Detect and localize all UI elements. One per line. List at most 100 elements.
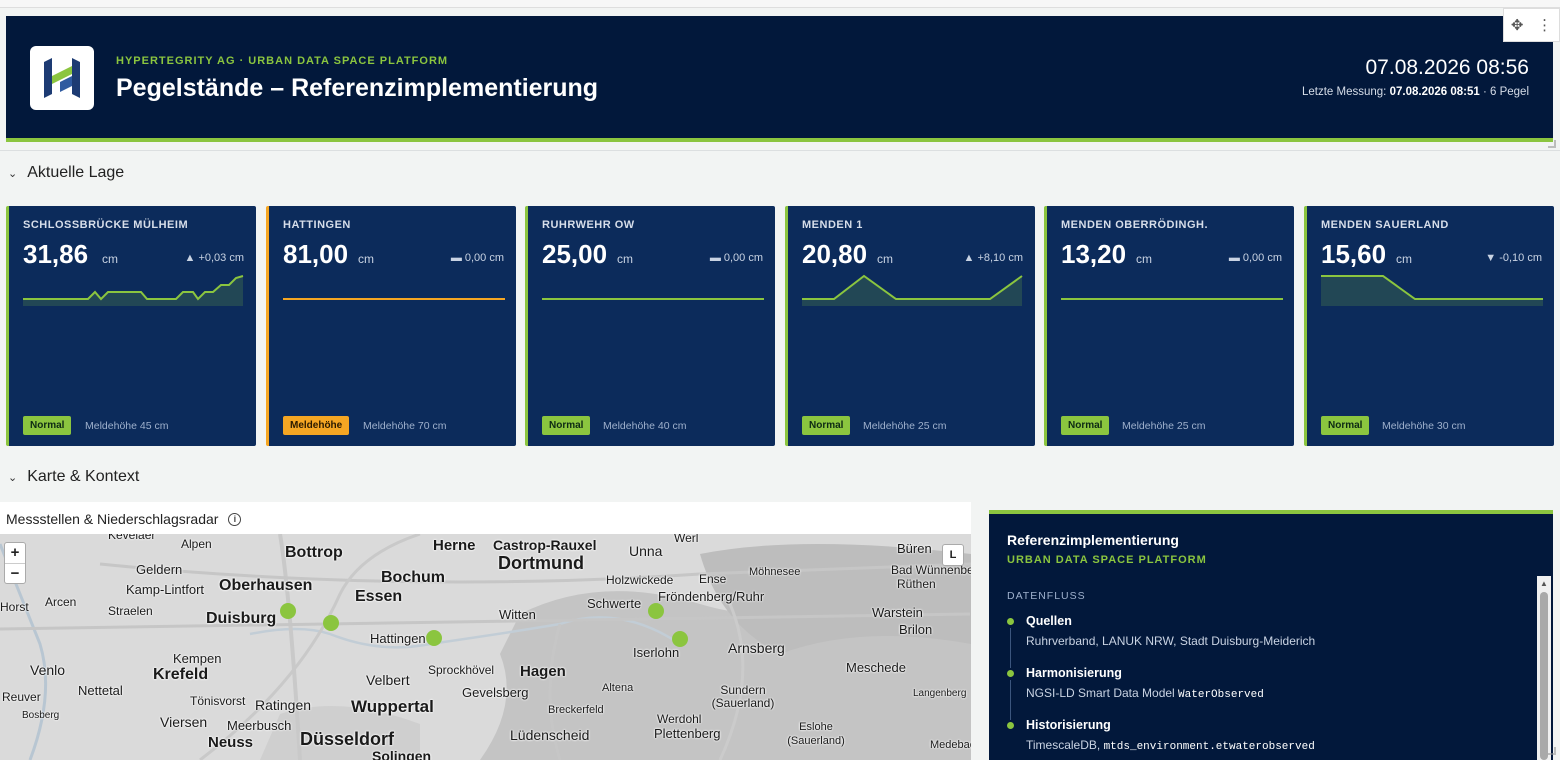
map-city-label: Plettenberg xyxy=(654,726,721,741)
status-badge: Normal xyxy=(802,416,851,435)
map-city-label: Oberhausen xyxy=(219,577,313,594)
status-badge: Meldehöhe xyxy=(283,416,350,435)
status-badge: Normal xyxy=(23,416,72,435)
map-city-label: Geldern xyxy=(136,562,183,577)
map-city-label: Witten xyxy=(499,607,536,622)
map-city-label: Düsseldorf xyxy=(300,729,395,749)
header-kicker: HYPERTEGRITY AG · URBAN DATA SPACE PLATF… xyxy=(116,55,449,67)
layer-toggle-button[interactable]: L xyxy=(942,544,964,566)
gauge-card[interactable]: HATTINGEN 81,00 cm ▬ 0,00 cm Meldehöhe M… xyxy=(266,206,516,446)
map-city-label: Sprockhövel xyxy=(428,663,495,677)
sparkline xyxy=(1061,298,1283,300)
map-city-label: Sundern (Sauerland) xyxy=(711,683,775,710)
station-name: RUHRWEHR OW xyxy=(542,219,635,231)
scroll-up-icon[interactable]: ▲ xyxy=(1540,579,1548,588)
gauge-unit: cm xyxy=(877,252,893,266)
flow-dot xyxy=(1007,722,1014,729)
gauge-card[interactable]: MENDEN 1 20,80 cm ▲ +8,10 cm Normal Meld… xyxy=(785,206,1035,446)
gauge-card[interactable]: MENDEN SAUERLAND 15,60 cm ▼ -0,10 cm Nor… xyxy=(1304,206,1554,446)
resize-handle[interactable] xyxy=(1548,140,1556,148)
info-panel: Referenzimplementierung URBAN DATA SPACE… xyxy=(989,510,1553,760)
map-city-label: Holzwickede xyxy=(606,573,674,587)
zoom-out-button[interactable]: − xyxy=(5,563,25,583)
map-city-label: Möhnesee xyxy=(749,566,801,578)
zoom-in-button[interactable]: + xyxy=(5,543,25,563)
map-city-label: Rüthen xyxy=(897,577,936,591)
info-scrollbar[interactable]: ▲ xyxy=(1537,576,1551,760)
info-subheading: URBAN DATA SPACE PLATFORM xyxy=(1007,554,1207,566)
flow-step-code: mtds_environment.etwaterobserved xyxy=(1103,741,1315,753)
station-marker xyxy=(323,615,339,631)
move-icon[interactable]: ✥ xyxy=(1511,16,1524,34)
map-city-label: Hattingen xyxy=(370,631,426,646)
flow-step-code: WaterObserved xyxy=(1178,689,1264,701)
more-menu-icon[interactable]: ⋮ xyxy=(1537,16,1552,34)
gauge-value: 20,80 xyxy=(802,239,868,269)
map-city-label: Werdohl xyxy=(657,712,702,726)
gauge-delta: ▬ 0,00 cm xyxy=(1228,252,1282,264)
map-city-label: Fröndenberg/Ruhr xyxy=(658,589,765,604)
map-city-label: Schwerte xyxy=(587,596,642,611)
sparkline xyxy=(283,298,505,300)
status-badge: Normal xyxy=(542,416,591,435)
flow-step-desc-text: NGSI-LD Smart Data Model xyxy=(1026,686,1179,700)
flow-step-title: Harmonisierung xyxy=(1026,666,1122,680)
panel-toolbar: ✥ ⋮ xyxy=(1503,8,1560,42)
gauge-unit: cm xyxy=(1136,252,1152,266)
gauge-delta: ▼ -0,10 cm xyxy=(1485,252,1542,264)
map-city-label: Kamp-Lintfort xyxy=(126,582,205,597)
gauge-unit: cm xyxy=(102,252,118,266)
map-city-label: Straelen xyxy=(108,604,153,618)
map-panel: Messstellen & Niederschlagsradar i Bottr… xyxy=(0,502,971,760)
flow-step-desc: TimescaleDB, mtds_environment.etwaterobs… xyxy=(1026,738,1315,753)
sparkline xyxy=(542,298,764,300)
map-city-label: Gevelsberg xyxy=(462,685,529,700)
threshold-label: Meldehöhe 70 cm xyxy=(363,420,447,432)
gauge-card[interactable]: SCHLOSSBRÜCKE MÜLHEIM 31,86 cm ▲ +0,03 c… xyxy=(6,206,256,446)
map-city-label: Reuver xyxy=(2,690,41,704)
map-city-label: Werl xyxy=(674,534,699,545)
map-view[interactable]: Bottrop Herne Castrop-Rauxel Unna Werl B… xyxy=(0,534,971,760)
flow-step-desc: Ruhrverband, LANUK NRW, Stadt Duisburg-M… xyxy=(1026,634,1315,648)
station-name: HATTINGEN xyxy=(283,219,351,231)
chevron-down-icon[interactable]: ⌄ xyxy=(8,471,17,484)
map-city-label: Ense xyxy=(699,572,727,586)
map-city-label: Velbert xyxy=(366,672,410,688)
flow-step-desc-text: TimescaleDB, xyxy=(1026,738,1104,752)
chevron-down-icon[interactable]: ⌄ xyxy=(8,167,17,180)
map-city-label: Nettetal xyxy=(78,683,123,698)
gauge-card[interactable]: RUHRWEHR OW 25,00 cm ▬ 0,00 cm Normal Me… xyxy=(525,206,775,446)
map-city-label: Bosberg xyxy=(22,710,60,721)
flow-step-title: Historisierung xyxy=(1026,718,1111,732)
hypertegrity-logo xyxy=(30,46,94,110)
threshold-label: Meldehöhe 25 cm xyxy=(1122,420,1206,432)
section-current-title: Aktuelle Lage xyxy=(27,164,125,181)
station-name: MENDEN 1 xyxy=(802,219,863,231)
map-city-label: Iserlohn xyxy=(633,645,680,660)
map-city-label: Neuss xyxy=(208,734,254,751)
map-city-label: Hagen xyxy=(520,663,566,680)
map-city-label: Ratingen xyxy=(255,697,312,713)
map-city-label: Kevelaer xyxy=(108,534,156,542)
gauge-value: 31,86 xyxy=(23,239,89,269)
flow-connector xyxy=(1010,628,1011,668)
gauge-delta: ▲ +0,03 cm xyxy=(184,252,245,264)
station-name: SCHLOSSBRÜCKE MÜLHEIM xyxy=(23,219,189,231)
map-city-label: Dortmund xyxy=(498,553,584,573)
map-city-label: Medebach xyxy=(930,739,971,751)
zoom-control: + − xyxy=(4,542,26,584)
map-city-label: Arnsberg xyxy=(728,640,785,656)
section-current[interactable]: ⌄ Aktuelle Lage xyxy=(8,164,124,182)
scrollbar-thumb[interactable] xyxy=(1540,592,1548,760)
resize-handle[interactable] xyxy=(1548,747,1556,755)
info-icon[interactable]: i xyxy=(228,512,242,526)
map-city-label: Warstein xyxy=(872,605,923,620)
station-name: MENDEN OBERRÖDINGH. xyxy=(1061,219,1209,231)
gauge-unit: cm xyxy=(617,252,633,266)
station-marker xyxy=(280,603,296,619)
section-map[interactable]: ⌄ Karte & Kontext xyxy=(8,468,139,486)
section-map-title: Karte & Kontext xyxy=(27,468,140,485)
gauge-card[interactable]: MENDEN OBERRÖDINGH. 13,20 cm ▬ 0,00 cm N… xyxy=(1044,206,1294,446)
top-strip xyxy=(0,0,1560,8)
map-city-label: Essen xyxy=(355,588,403,605)
